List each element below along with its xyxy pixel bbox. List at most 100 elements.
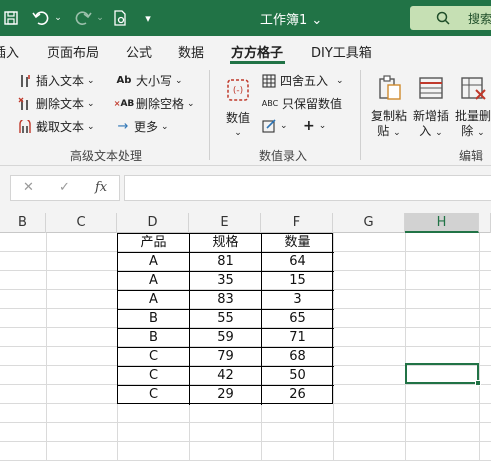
keep-number-label: 只保留数值 [282,97,343,111]
round-label: 四舍五入 [280,74,329,88]
table-cell[interactable]: 26 [262,385,333,404]
table-cell[interactable]: 35 [190,271,261,290]
customize-toolbar-icon[interactable]: ▾ [140,8,156,28]
number-group-label: 数值录入 [259,149,308,163]
tab-diy-toolbox[interactable]: DIY工具箱 [311,42,372,61]
table-cell[interactable]: 42 [190,366,261,385]
table-cell[interactable]: C [118,366,189,385]
fill-handle[interactable] [475,380,481,386]
group-divider [209,70,210,160]
keep-number-button[interactable]: ABC 只保留数值 [261,95,342,112]
table-cell[interactable]: 15 [262,271,333,290]
table-cell[interactable]: C [118,385,189,404]
table-cell[interactable]: A [118,252,189,271]
cut-text-icon [17,119,33,135]
print-preview-icon[interactable] [110,8,130,28]
case-icon: Ab [116,75,132,86]
worksheet-grid[interactable]: 产品 规格 数量 A 81 64 A 35 15 A 83 3 B 55 65 … [0,233,491,461]
tab-page-layout[interactable]: 页面布局 [47,42,99,61]
table-header-product[interactable]: 产品 [118,233,189,252]
insert-function-icon[interactable]: fx [95,180,107,195]
cut-text-label: 截取文本 [36,120,85,134]
table-cell[interactable]: 68 [262,347,333,366]
save-icon[interactable] [2,8,20,28]
undo-icon[interactable] [30,8,52,28]
redo-icon [72,8,94,28]
edit-icon [261,118,277,134]
table-header-spec[interactable]: 规格 [190,233,261,252]
redo-dropdown-icon: ⌄ [96,13,104,23]
column-header-f[interactable]: F [261,213,333,233]
table-cell[interactable]: 55 [190,309,261,328]
insert-text-button[interactable]: 插入文本 ⌄ [17,72,95,89]
table-cell[interactable]: B [118,328,189,347]
data-table: 产品 规格 数量 A 81 64 A 35 15 A 83 3 B 55 65 … [117,233,334,405]
search-label: 搜索 [468,12,491,26]
column-headers: B C D E F G H [0,213,491,233]
insert-rows-icon [419,77,443,99]
tab-fangfang[interactable]: 方方格子 [231,42,283,61]
column-header-d[interactable]: D [117,213,189,233]
table-header-quantity[interactable]: 数量 [262,233,333,252]
cut-text-button[interactable]: 截取文本 ⌄ [17,118,95,135]
column-header-g[interactable]: G [333,213,405,233]
copy-paste-label-line2: 贴 [377,124,390,138]
table-cell[interactable]: A [118,290,189,309]
ribbon-tabs: 插入 页面布局 公式 数据 方方格子 DIY工具箱 [0,36,491,64]
formula-controls: ✕ ✓ fx [10,175,120,201]
add-icon[interactable]: + ⌄ [303,118,326,134]
case-button[interactable]: Ab 大小写 ⌄ [115,72,183,89]
more-label: 更多 [134,120,159,134]
tab-data[interactable]: 数据 [178,42,204,61]
add-insert-button[interactable]: 新增插 入 ⌄ [410,74,452,141]
table-cell[interactable]: 83 [190,290,261,309]
table-cell[interactable]: 3 [262,290,333,309]
delete-space-button[interactable]: × AB 删除空格 ⌄ [113,95,195,112]
table-cell[interactable]: 79 [190,347,261,366]
selected-cell[interactable] [405,363,479,384]
batch-delete-label-line1: 批量删 [454,109,491,123]
copy-paste-button[interactable]: 复制粘 贴 ⌄ [368,74,410,141]
tab-formulas[interactable]: 公式 [126,42,152,61]
formula-bar: ✕ ✓ fx [0,166,491,213]
search-box[interactable]: 搜索 [410,6,491,30]
confirm-icon[interactable]: ✓ [59,180,70,195]
table-cell[interactable]: 81 [190,252,261,271]
grid-line [0,422,491,423]
delete-text-label: 删除文本 [36,97,85,111]
delete-text-button[interactable]: 删除文本 ⌄ [17,95,95,112]
column-header-next[interactable] [479,213,491,233]
add-insert-label-line1: 新增插 [412,109,449,123]
delete-rows-icon [461,77,486,100]
insert-text-label: 插入文本 [36,74,85,88]
more-button[interactable]: → 更多 ⌄ [115,118,169,135]
number-button[interactable]: (-) 数值 ⌄ [222,76,254,141]
table-cell[interactable]: C [118,347,189,366]
cancel-icon[interactable]: ✕ [23,180,34,195]
number-label: 数值 [225,111,250,125]
table-cell[interactable]: 71 [262,328,333,347]
svg-text:(-): (-) [233,86,243,96]
table-cell[interactable]: 64 [262,252,333,271]
tab-insert[interactable]: 插入 [0,42,19,61]
edit-number-button[interactable]: ⌄ [261,118,288,134]
table-cell[interactable]: A [118,271,189,290]
column-header-e[interactable]: E [189,213,261,233]
formula-input[interactable] [124,175,491,201]
table-cell[interactable]: 65 [262,309,333,328]
delete-space-icon: × AB [113,98,135,109]
table-cell[interactable]: 59 [190,328,261,347]
column-header-b[interactable]: B [0,213,46,233]
case-label: 大小写 [136,74,173,88]
column-header-h[interactable]: H [405,213,479,233]
batch-delete-button[interactable]: 批量删 除 ⌄ [452,74,491,141]
excel-window: ⌄ ⌄ ▾ 工作簿1 ⌄ 搜索 插入 页面布局 公式 数据 方方格子 DIY工具… [0,0,491,461]
table-cell[interactable]: B [118,309,189,328]
round-button[interactable]: 四舍五入 ⌄ [261,72,344,89]
grid-line [46,233,47,461]
table-cell[interactable]: 50 [262,366,333,385]
undo-dropdown-icon[interactable]: ⌄ [53,8,63,28]
column-header-c[interactable]: C [46,213,117,233]
table-cell[interactable]: 29 [190,385,261,404]
grid-line [479,233,480,461]
